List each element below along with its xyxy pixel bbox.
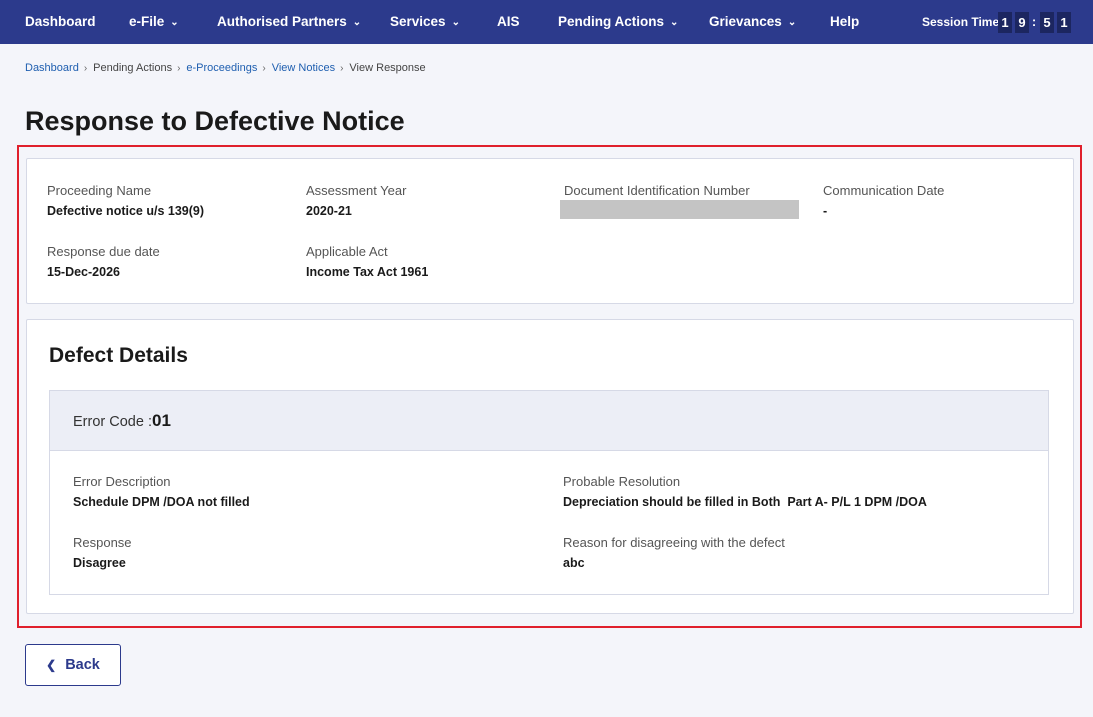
breadcrumb-dashboard[interactable]: Dashboard bbox=[25, 62, 79, 74]
breadcrumb-e-proceedings[interactable]: e-Proceedings bbox=[186, 62, 257, 74]
nav-dashboard[interactable]: Dashboard bbox=[25, 0, 96, 44]
assessment-year-field: Assessment Year 2020-21 bbox=[306, 183, 406, 219]
response-value: Disagree bbox=[73, 556, 126, 570]
nav-authorised-partners-label: Authorised Partners bbox=[217, 14, 347, 29]
chevron-right-icon: › bbox=[340, 63, 344, 74]
nav-efile-label: e-File bbox=[129, 14, 165, 29]
probable-resolution-value: Depreciation should be filled in Both Pa… bbox=[563, 495, 927, 509]
highlight-frame: Proceeding Name Defective notice u/s 139… bbox=[17, 145, 1082, 628]
nav-services-label: Services bbox=[390, 14, 446, 29]
reason-label: Reason for disagreeing with the defect bbox=[563, 535, 785, 550]
nav-ais[interactable]: AIS bbox=[497, 0, 520, 44]
chevron-right-icon: › bbox=[262, 63, 266, 74]
nav-ais-label: AIS bbox=[497, 14, 520, 29]
timer-digit: 1 bbox=[998, 12, 1012, 33]
response-field: Response Disagree bbox=[73, 535, 132, 571]
communication-date-label: Communication Date bbox=[823, 183, 945, 198]
error-code: Error Code :01 bbox=[73, 411, 171, 431]
timer-colon: : bbox=[1031, 14, 1037, 29]
proceeding-name-value: Defective notice u/s 139(9) bbox=[47, 204, 205, 218]
defect-details-title: Defect Details bbox=[49, 344, 188, 367]
assessment-year-label: Assessment Year bbox=[306, 183, 407, 198]
breadcrumb: Dashboard › Pending Actions › e-Proceedings ›… bbox=[25, 62, 426, 74]
timer-digit: 1 bbox=[1057, 12, 1071, 33]
page-title: Response to Defective Notice bbox=[25, 106, 405, 136]
breadcrumb-view-response: View Response bbox=[349, 62, 426, 74]
nav-pending-actions[interactable]: Pending Actions ⌄ bbox=[558, 0, 678, 44]
communication-date-field: Communication Date - bbox=[823, 183, 944, 219]
error-code-header: Error Code :01 bbox=[50, 391, 1048, 451]
din-label: Document Identification Number bbox=[564, 183, 750, 198]
timer-digit: 9 bbox=[1015, 12, 1029, 33]
error-description-label: Error Description bbox=[73, 474, 171, 489]
nav-grievances-label: Grievances bbox=[709, 14, 782, 29]
response-due-date-value: 15-Dec-2026 bbox=[47, 265, 120, 279]
error-description-field: Error Description Schedule DPM /DOA not … bbox=[73, 474, 250, 510]
nav-help[interactable]: Help bbox=[830, 0, 859, 44]
back-button[interactable]: ❮ Back bbox=[25, 644, 121, 686]
chevron-down-icon: ⌄ bbox=[451, 17, 460, 28]
error-description-value: Schedule DPM /DOA not filled bbox=[73, 495, 250, 509]
nav-grievances[interactable]: Grievances ⌄ bbox=[709, 0, 796, 44]
timer-digit: 5 bbox=[1040, 12, 1054, 33]
din-redacted-value bbox=[560, 200, 799, 219]
response-label: Response bbox=[73, 535, 132, 550]
chevron-down-icon: ⌄ bbox=[352, 17, 362, 28]
chevron-right-icon: › bbox=[83, 63, 88, 74]
nav-pending-actions-label: Pending Actions bbox=[558, 14, 665, 29]
probable-resolution-field: Probable Resolution Depreciation should … bbox=[563, 474, 927, 510]
applicable-act-value: Income Tax Act 1961 bbox=[306, 265, 429, 279]
applicable-act-label: Applicable Act bbox=[306, 244, 388, 259]
din-field: Document Identification Number bbox=[564, 183, 750, 199]
defect-item: Error Code :01 Error Description Schedul… bbox=[49, 390, 1049, 595]
breadcrumb-pending-actions: Pending Actions bbox=[93, 62, 173, 74]
proceeding-summary-card: Proceeding Name Defective notice u/s 139… bbox=[26, 158, 1074, 304]
assessment-year-value: 2020-21 bbox=[306, 204, 352, 218]
response-due-date-field: Response due date 15-Dec-2026 bbox=[47, 244, 160, 280]
communication-date-value: - bbox=[823, 204, 828, 218]
applicable-act-field: Applicable Act Income Tax Act 1961 bbox=[306, 244, 428, 280]
nav-efile[interactable]: e-File ⌄ bbox=[129, 0, 179, 44]
top-nav-bar: Dashboard e-File ⌄ Authorised Partners ⌄ S… bbox=[0, 0, 1093, 44]
response-due-date-label: Response due date bbox=[47, 244, 160, 259]
chevron-down-icon: ⌄ bbox=[170, 17, 179, 28]
breadcrumb-view-notices[interactable]: View Notices bbox=[272, 62, 335, 74]
nav-dashboard-label: Dashboard bbox=[25, 14, 96, 29]
nav-authorised-partners[interactable]: Authorised Partners ⌄ bbox=[217, 0, 361, 44]
chevron-left-icon: ❮ bbox=[46, 658, 57, 672]
chevron-down-icon: ⌄ bbox=[787, 17, 797, 28]
probable-resolution-label: Probable Resolution bbox=[563, 474, 681, 489]
session-time-label: Session Time bbox=[922, 15, 1000, 29]
reason-value: abc bbox=[563, 556, 585, 570]
back-button-label: Back bbox=[65, 657, 100, 673]
chevron-down-icon: ⌄ bbox=[670, 17, 679, 28]
reason-field: Reason for disagreeing with the defect a… bbox=[563, 535, 785, 571]
chevron-right-icon: › bbox=[177, 63, 181, 74]
proceeding-name-label: Proceeding Name bbox=[47, 183, 152, 198]
proceeding-name-field: Proceeding Name Defective notice u/s 139… bbox=[47, 183, 204, 219]
nav-services[interactable]: Services ⌄ bbox=[390, 0, 460, 44]
error-code-value: 01 bbox=[151, 411, 171, 430]
nav-help-label: Help bbox=[830, 14, 860, 29]
error-code-label: Error Code : bbox=[73, 414, 152, 430]
defect-details-card: Defect Details Error Code :01 Error Desc… bbox=[26, 319, 1074, 614]
